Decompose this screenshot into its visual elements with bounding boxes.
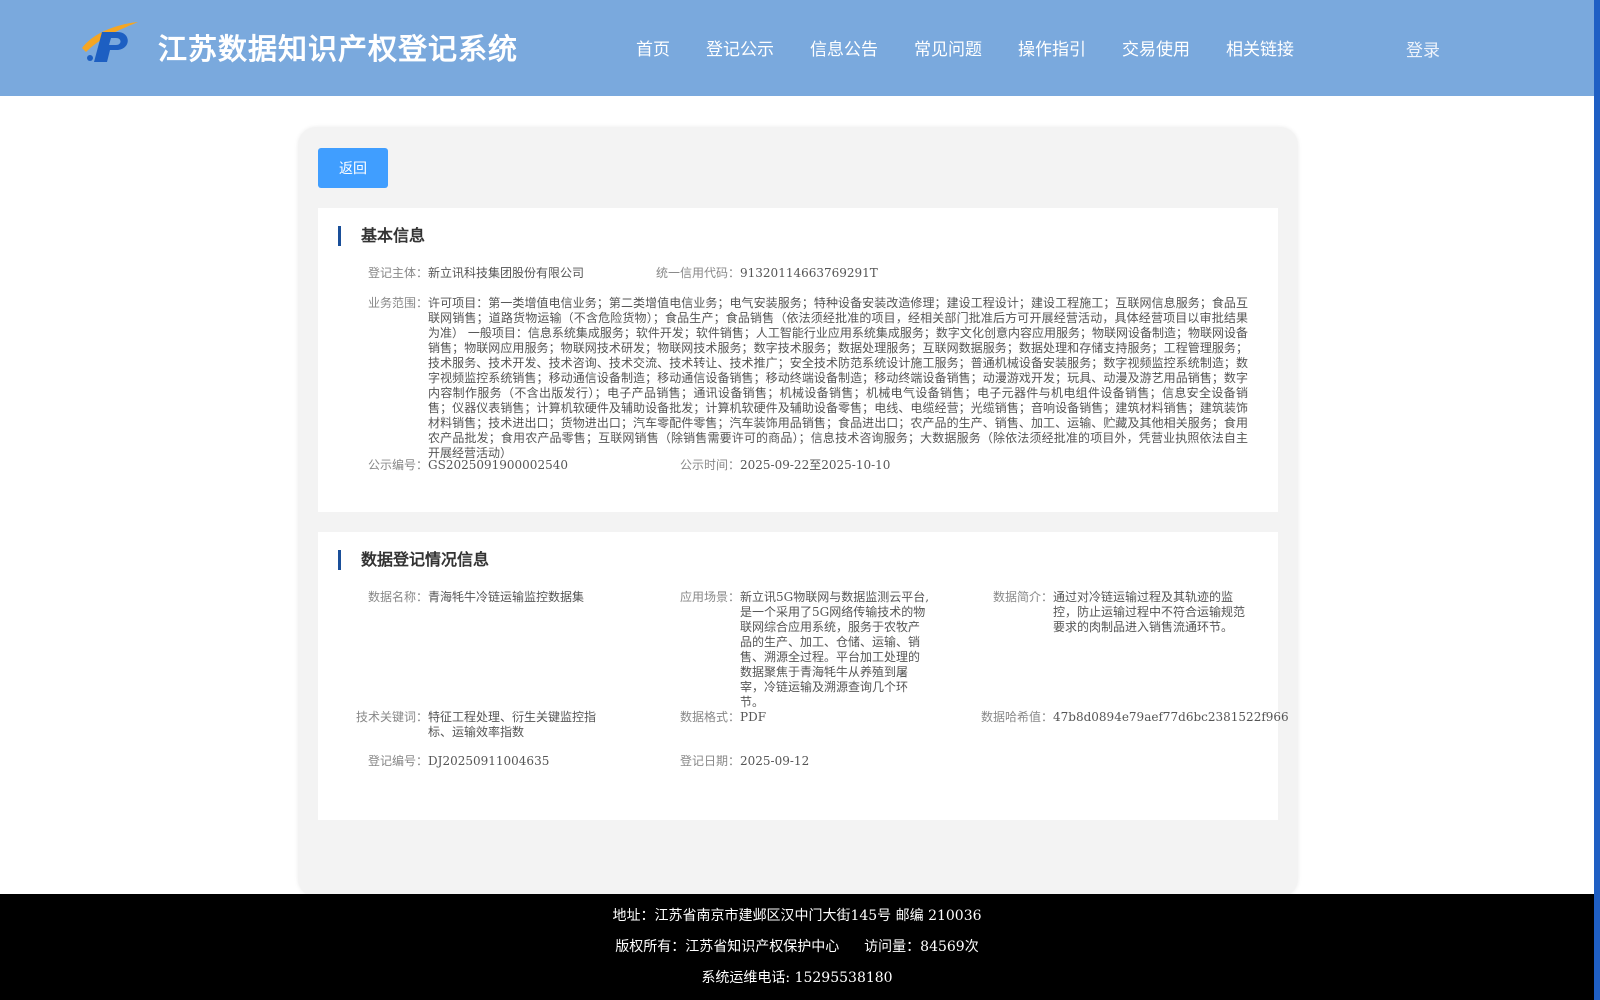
footer-visits: 访问量：84569次 (864, 939, 979, 955)
site-logo-icon (82, 22, 138, 62)
data-registration-card: 数据登记情况信息 数据名称： 青海牦牛冷链运输监控数据集 应用场景： 新立讯5G… (318, 532, 1289, 820)
publication-time-label: 公示时间： (680, 458, 741, 472)
entity-value: 新立讯科技集团股份有限公司 (428, 266, 585, 280)
field-data-name: 数据名称： 青海牦牛冷链运输监控数据集 (368, 590, 584, 605)
nav-item-home[interactable]: 首页 (620, 35, 688, 60)
page-footer: 地址：江苏省南京市建邺区汉中门大街145号 邮编 210036 版权所有：江苏省… (0, 894, 1594, 1000)
tech-keywords-value: 特征工程处理、衍生关键监控指标、运输效率指数 (428, 710, 597, 739)
registration-number-label: 登记编号： (368, 754, 429, 768)
data-hash-value: 47b8d0894e79aef77d6bc2381522f966 (1053, 710, 1289, 724)
field-publication-time: 公示时间： 2025-09-22至2025-10-10 (680, 458, 890, 473)
field-registration-date: 登记日期： 2025-09-12 (680, 754, 809, 769)
publication-time-end: 2025-10-10 (821, 458, 891, 472)
basic-info-card: 基本信息 登记主体： 新立讯科技集团股份有限公司 统一信用代码： 9132011… (318, 208, 1278, 512)
publication-number-value: GS2025091900002540 (428, 458, 568, 472)
top-header: 江苏数据知识产权登记系统 首页 登记公示 信息公告 常见问题 操作指引 交易使用… (0, 0, 1594, 96)
field-data-intro: 数据简介： 通过对冷链运输过程及其轨迹的监控，防止运输过程中不符合运输规范要求的… (993, 590, 1248, 635)
nav-item-faq[interactable]: 常见问题 (896, 35, 1000, 60)
data-format-value: PDF (740, 710, 767, 724)
site-title: 江苏数据知识产权登记系统 (158, 32, 519, 66)
login-link[interactable]: 登录 (1406, 36, 1440, 61)
data-hash-label: 数据哈希值： (981, 710, 1054, 724)
application-scene-value: 新立讯5G物联网与数据监测云平台,是一个采用了5G网络传输技术的物联网综合应用系… (740, 590, 930, 709)
data-intro-value: 通过对冷链运输过程及其轨迹的监控，防止运输过程中不符合运输规范要求的肉制品进入销… (1053, 590, 1246, 634)
footer-phone: 系统运维电话: 15295538180 (701, 970, 893, 986)
section-title-registration: 数据登记情况信息 (338, 550, 489, 570)
registration-number-value: DJ20250911004635 (428, 754, 550, 768)
field-application-scene: 应用场景： 新立讯5G物联网与数据监测云平台,是一个采用了5G网络传输技术的物联… (680, 590, 932, 710)
detail-panel: 返回 基本信息 登记主体： 新立讯科技集团股份有限公司 统一信用代码： 9132… (298, 127, 1298, 897)
field-entity: 登记主体： 新立讯科技集团股份有限公司 (368, 266, 584, 281)
footer-address: 地址：江苏省南京市建邺区汉中门大街145号 邮编 210036 (612, 908, 982, 924)
data-name-value: 青海牦牛冷链运输监控数据集 (428, 590, 585, 604)
field-data-hash: 数据哈希值： 47b8d0894e79aef77d6bc2381522f966 (981, 710, 1289, 725)
entity-label: 登记主体： (368, 266, 429, 280)
application-scene-label: 应用场景： (680, 590, 741, 604)
field-publication-number: 公示编号： GS2025091900002540 (368, 458, 568, 473)
publication-time-start: 2025-09-22 (740, 458, 810, 472)
main-nav: 首页 登记公示 信息公告 常见问题 操作指引 交易使用 相关链接 (620, 35, 1312, 60)
nav-item-trading[interactable]: 交易使用 (1104, 35, 1208, 60)
credit-code-label: 统一信用代码： (656, 266, 741, 280)
field-business-scope: 业务范围： 许可项目：第一类增值电信业务；第二类增值电信业务；电气安装服务；特种… (368, 296, 1248, 461)
nav-item-guide[interactable]: 操作指引 (1000, 35, 1104, 60)
scrollbar-edge (1594, 0, 1600, 1000)
field-registration-number: 登记编号： DJ20250911004635 (368, 754, 549, 769)
publication-time-value: 2025-09-22至2025-10-10 (740, 458, 890, 473)
publication-time-separator: 至 (809, 458, 822, 472)
nav-item-links[interactable]: 相关链接 (1208, 35, 1312, 60)
field-credit-code: 统一信用代码： 91320114663769291T (656, 266, 878, 281)
back-button[interactable]: 返回 (318, 148, 388, 188)
business-scope-label: 业务范围： (368, 296, 429, 310)
field-tech-keywords: 技术关键词： 特征工程处理、衍生关键监控指标、运输效率指数 (356, 710, 616, 740)
data-name-label: 数据名称： (368, 590, 429, 604)
registration-date-value: 2025-09-12 (740, 754, 810, 768)
business-scope-value: 许可项目：第一类增值电信业务；第二类增值电信业务；电气安装服务；特种设备安装改造… (428, 296, 1248, 460)
data-format-label: 数据格式： (680, 710, 741, 724)
field-data-format: 数据格式： PDF (680, 710, 766, 725)
nav-item-announcements[interactable]: 信息公告 (792, 35, 896, 60)
publication-number-label: 公示编号： (368, 458, 429, 472)
credit-code-value: 91320114663769291T (740, 266, 878, 280)
nav-item-registration-notice[interactable]: 登记公示 (688, 35, 792, 60)
data-intro-label: 数据简介： (993, 590, 1054, 604)
tech-keywords-label: 技术关键词： (356, 710, 429, 724)
footer-copyright: 版权所有：江苏省知识产权保护中心 (615, 939, 840, 955)
footer-copyright-line: 版权所有：江苏省知识产权保护中心 访问量：84569次 (0, 936, 1594, 956)
registration-date-label: 登记日期： (680, 754, 741, 768)
section-title-basic: 基本信息 (338, 226, 425, 246)
